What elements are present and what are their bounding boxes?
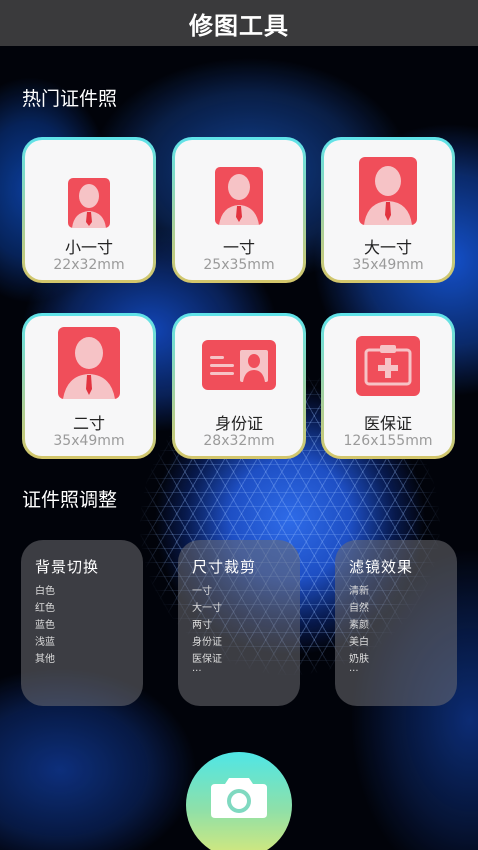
option-natural[interactable]: 自然 [349, 600, 457, 617]
panel-title: 滤镜效果 [349, 558, 414, 576]
option-two-inch[interactable]: 两寸 [192, 617, 300, 634]
card-id-card[interactable]: 身份证 28x32mm [172, 313, 306, 459]
card-size: 28x32mm [203, 433, 275, 449]
id-card-icon [202, 340, 276, 390]
option-other[interactable]: 其他 [35, 651, 143, 668]
option-bare[interactable]: 素颜 [349, 617, 457, 634]
option-blue[interactable]: 蓝色 [35, 617, 143, 634]
page-title: 修图工具 [189, 11, 289, 40]
panel-filter-effects[interactable]: 滤镜效果 清新 自然 素颜 美白 奶肤 ··· [335, 540, 457, 706]
panel-size-crop[interactable]: 尺寸裁剪 一寸 大一寸 两寸 身份证 医保证 ··· [178, 540, 300, 706]
card-size: 25x35mm [203, 257, 275, 273]
card-label: 一寸 [222, 238, 255, 257]
medical-card-icon [356, 336, 420, 396]
option-milky[interactable]: 奶肤 [349, 651, 457, 668]
card-two-inch[interactable]: 二寸 35x49mm [22, 313, 156, 459]
card-label: 医保证 [363, 414, 412, 433]
portrait-icon [68, 178, 110, 228]
camera-icon [211, 778, 267, 818]
card-size: 22x32mm [53, 257, 125, 273]
card-size: 35x49mm [352, 257, 424, 273]
card-label: 大一寸 [363, 238, 412, 257]
option-light-blue[interactable]: 浅蓝 [35, 634, 143, 651]
panel-background-switch[interactable]: 背景切换 白色 红色 蓝色 浅蓝 其他 [21, 540, 143, 706]
top-bar: 修图工具 [0, 0, 478, 46]
option-whiten[interactable]: 美白 [349, 634, 457, 651]
camera-button[interactable] [186, 752, 292, 850]
option-red[interactable]: 红色 [35, 600, 143, 617]
card-size: 35x49mm [53, 433, 125, 449]
card-one-inch[interactable]: 一寸 25x35mm [172, 137, 306, 283]
card-label: 二寸 [72, 414, 105, 433]
option-more[interactable]: ··· [192, 667, 300, 677]
panel-title: 尺寸裁剪 [192, 558, 257, 576]
section-title-adjust: 证件照调整 [22, 489, 118, 511]
portrait-icon [215, 167, 263, 225]
card-label: 小一寸 [64, 238, 113, 257]
option-large-one-inch[interactable]: 大一寸 [192, 600, 300, 617]
section-title-hot: 热门证件照 [22, 88, 118, 110]
option-white[interactable]: 白色 [35, 583, 143, 600]
card-size: 126x155mm [343, 433, 433, 449]
portrait-icon [359, 157, 417, 225]
option-one-inch[interactable]: 一寸 [192, 583, 300, 600]
option-medical-card[interactable]: 医保证 [192, 651, 300, 668]
option-more[interactable]: ··· [349, 667, 457, 677]
option-fresh[interactable]: 清新 [349, 583, 457, 600]
card-label: 身份证 [214, 414, 263, 433]
option-id-card[interactable]: 身份证 [192, 634, 300, 651]
panel-title: 背景切换 [35, 558, 100, 576]
card-large-one-inch[interactable]: 大一寸 35x49mm [321, 137, 455, 283]
card-medical-card[interactable]: 医保证 126x155mm [321, 313, 455, 459]
card-small-one-inch[interactable]: 小一寸 22x32mm [22, 137, 156, 283]
portrait-icon [58, 327, 120, 399]
